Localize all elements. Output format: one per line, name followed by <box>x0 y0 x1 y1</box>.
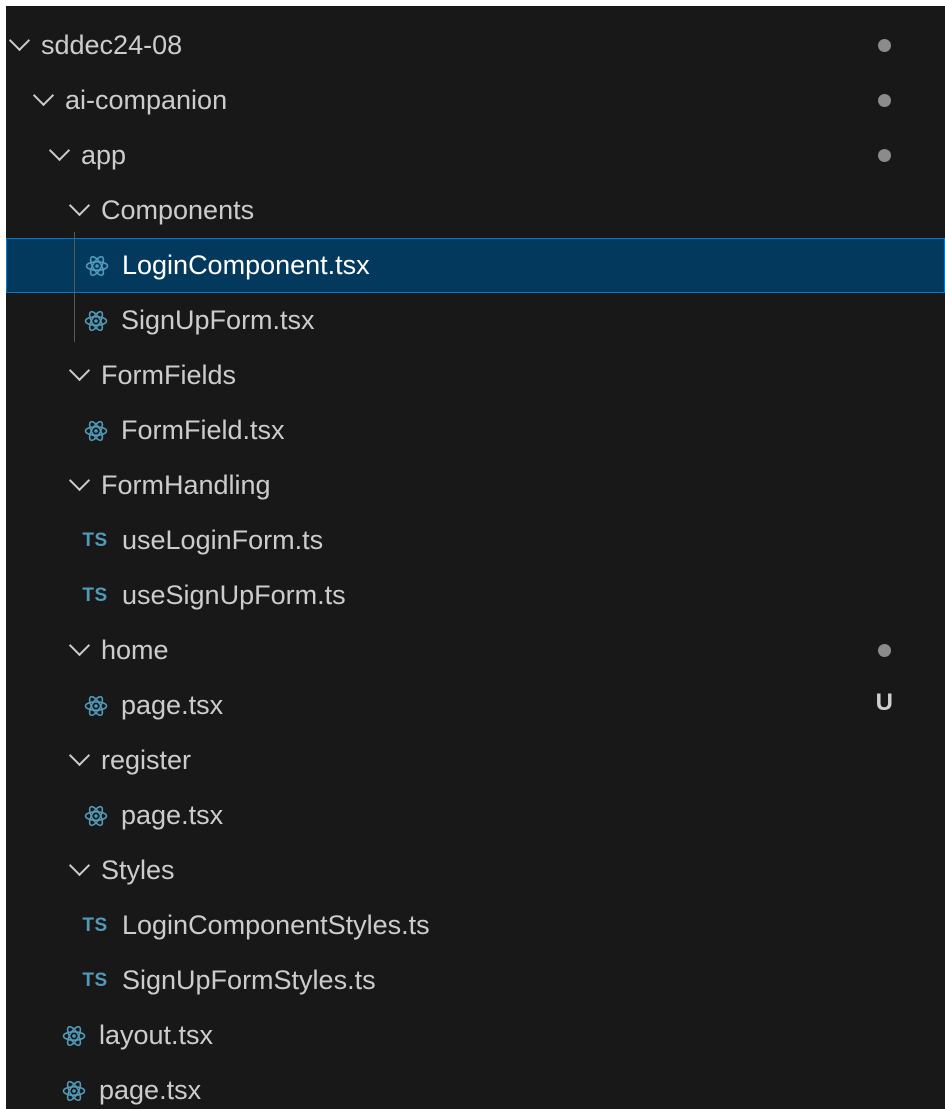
file-label: SignUpForm.tsx <box>121 305 315 335</box>
file-explorer: sddec24-08 ai-companion app Components L… <box>6 6 945 1109</box>
file-row-logincomponentstyles[interactable]: TS LoginComponentStyles.ts <box>6 898 945 953</box>
file-tree: sddec24-08 ai-companion app Components L… <box>6 6 945 1109</box>
typescript-icon: TS <box>82 914 108 936</box>
folder-label: ai-companion <box>65 85 228 115</box>
chevron-down-icon <box>68 359 91 382</box>
file-row-usesignupform[interactable]: TS useSignUpForm.ts <box>6 568 945 623</box>
react-icon <box>84 694 108 718</box>
folder-label: home <box>101 635 169 665</box>
chevron-down-icon <box>68 634 91 657</box>
file-row-useloginform[interactable]: TS useLoginForm.ts <box>6 513 945 568</box>
react-icon <box>62 1079 86 1103</box>
file-label: page.tsx <box>121 800 224 830</box>
file-row-signupformstyles[interactable]: TS SignUpFormStyles.ts <box>6 953 945 1008</box>
chevron-down-icon <box>68 854 91 877</box>
folder-label: sddec24-08 <box>41 30 183 60</box>
file-row-logincomponent[interactable]: LoginComponent.tsx <box>6 238 945 293</box>
react-icon <box>85 254 109 278</box>
file-label: page.tsx <box>99 1075 202 1105</box>
file-label: page.tsx <box>121 690 224 720</box>
folder-row-app[interactable]: app <box>6 128 945 183</box>
file-row-signupform[interactable]: SignUpForm.tsx <box>6 293 945 348</box>
folder-row-styles[interactable]: Styles <box>6 843 945 898</box>
modified-dot-icon <box>878 94 891 107</box>
folder-label: FormFields <box>101 360 237 390</box>
chevron-down-icon <box>32 84 55 107</box>
typescript-icon: TS <box>82 529 108 551</box>
folder-label: Styles <box>101 855 175 885</box>
folder-label: register <box>101 745 192 775</box>
file-label: SignUpFormStyles.ts <box>122 965 376 995</box>
react-icon <box>84 419 108 443</box>
file-label: layout.tsx <box>99 1020 214 1050</box>
modified-dot-icon <box>878 149 891 162</box>
folder-row-home[interactable]: home <box>6 623 945 678</box>
folder-row-formfields[interactable]: FormFields <box>6 348 945 403</box>
modified-dot-icon <box>878 39 891 52</box>
indent-guide <box>74 232 75 342</box>
file-label: LoginComponent.tsx <box>122 250 370 280</box>
file-label: useSignUpForm.ts <box>122 580 346 610</box>
modified-dot-icon <box>878 644 891 657</box>
react-icon <box>62 1024 86 1048</box>
file-row-app-page[interactable]: page.tsx <box>6 1063 945 1109</box>
file-label: FormField.tsx <box>121 415 285 445</box>
chevron-down-icon <box>68 194 91 217</box>
folder-row-formhandling[interactable]: FormHandling <box>6 458 945 513</box>
chevron-down-icon <box>68 469 91 492</box>
typescript-icon: TS <box>82 584 108 606</box>
chevron-down-icon <box>8 29 31 52</box>
chevron-down-icon <box>48 139 71 162</box>
folder-label: app <box>81 140 127 170</box>
folder-label: FormHandling <box>101 470 271 500</box>
untracked-badge: U <box>875 689 893 716</box>
react-icon <box>84 804 108 828</box>
file-label: useLoginForm.ts <box>122 525 324 555</box>
file-row-formfield[interactable]: FormField.tsx <box>6 403 945 458</box>
folder-row-ai-companion[interactable]: ai-companion <box>6 73 945 128</box>
file-row-home-page[interactable]: page.tsx U <box>6 678 945 733</box>
folder-row-register[interactable]: register <box>6 733 945 788</box>
file-row-layout[interactable]: layout.tsx <box>6 1008 945 1063</box>
folder-row-components[interactable]: Components <box>6 183 945 238</box>
file-label: LoginComponentStyles.ts <box>122 910 430 940</box>
folder-label: Components <box>101 195 255 225</box>
react-icon <box>84 309 108 333</box>
typescript-icon: TS <box>82 969 108 991</box>
chevron-down-icon <box>68 744 91 767</box>
folder-row-sddec24-08[interactable]: sddec24-08 <box>6 18 945 73</box>
file-row-register-page[interactable]: page.tsx <box>6 788 945 843</box>
